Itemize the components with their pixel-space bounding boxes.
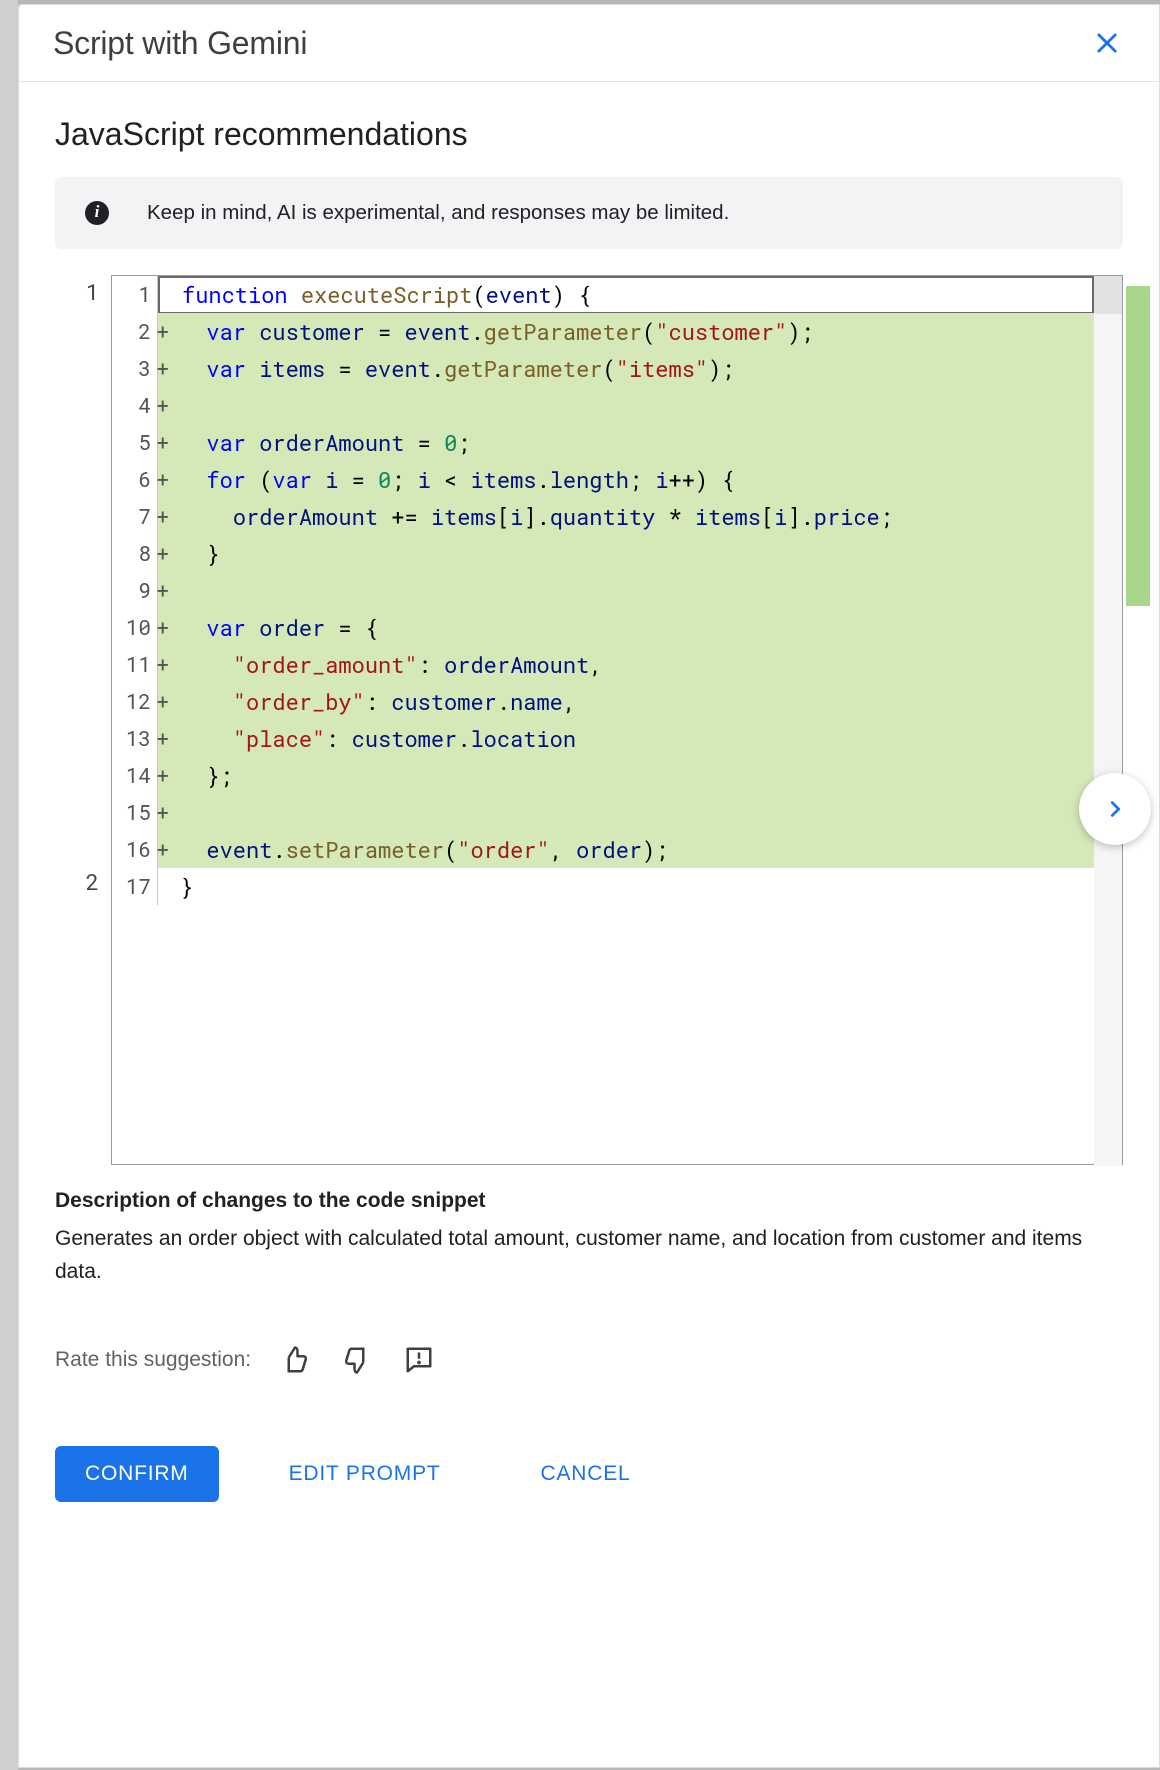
code-line: 6 for (var i = 0; i < items.length; i++)… <box>112 461 1094 498</box>
code-line: 12 "order_by": customer.name, <box>112 683 1094 720</box>
line-number: 15 <box>112 794 158 831</box>
outer-line-1: 1 <box>55 275 99 312</box>
line-number: 10 <box>112 609 158 646</box>
code-content: } <box>158 535 1094 572</box>
code-content: "place": customer.location <box>158 720 1094 757</box>
line-number: 6 <box>112 461 158 498</box>
code-diff-viewer: 1 2 1function executeScript(event) {2 va… <box>55 275 1123 1165</box>
notice-text: Keep in mind, AI is experimental, and re… <box>147 201 729 225</box>
rating-label: Rate this suggestion: <box>55 1348 251 1372</box>
minimap-diff-range <box>1126 286 1150 606</box>
code-line: 9 <box>112 572 1094 609</box>
dialog-header: Script with Gemini <box>19 5 1159 82</box>
description-heading: Description of changes to the code snipp… <box>55 1189 1123 1213</box>
code-line: 17} <box>112 868 1094 905</box>
code-content: }; <box>158 757 1094 794</box>
confirm-button[interactable]: CONFIRM <box>55 1446 219 1502</box>
thumbs-down-icon <box>342 1345 372 1375</box>
code-content: event.setParameter("order", order); <box>158 831 1094 868</box>
code-content: orderAmount += items[i].quantity * items… <box>158 498 1094 535</box>
line-number: 8 <box>112 535 158 572</box>
close-icon <box>1093 29 1121 57</box>
line-number: 5 <box>112 424 158 461</box>
minimap-scrollbar[interactable] <box>1094 276 1122 1166</box>
code-lines: 1function executeScript(event) {2 var cu… <box>112 276 1094 905</box>
code-content <box>158 387 1094 424</box>
code-content: } <box>158 868 1094 905</box>
code-frame[interactable]: 1function executeScript(event) {2 var cu… <box>111 275 1123 1165</box>
rating-row: Rate this suggestion: <box>55 1342 1123 1378</box>
info-icon <box>85 201 109 225</box>
code-line: 2 var customer = event.getParameter("cus… <box>112 313 1094 350</box>
code-line: 10 var order = { <box>112 609 1094 646</box>
code-content: "order_by": customer.name, <box>158 683 1094 720</box>
script-with-gemini-dialog: Script with Gemini JavaScript recommenda… <box>18 4 1160 1768</box>
code-line: 1function executeScript(event) { <box>112 276 1094 313</box>
thumbs-down-button[interactable] <box>339 1342 375 1378</box>
outer-line-2: 2 <box>55 867 99 896</box>
line-number: 17 <box>112 868 158 905</box>
edit-prompt-button[interactable]: EDIT PROMPT <box>259 1446 471 1502</box>
code-content: function executeScript(event) { <box>158 276 1094 314</box>
line-number: 9 <box>112 572 158 609</box>
line-number: 2 <box>112 313 158 350</box>
code-content: var customer = event.getParameter("custo… <box>158 313 1094 350</box>
code-line: 4 <box>112 387 1094 424</box>
dialog-title: Script with Gemini <box>53 25 307 62</box>
chevron-right-icon <box>1104 798 1126 820</box>
outer-line-gutter: 1 2 <box>55 275 111 1165</box>
action-buttons: CONFIRM EDIT PROMPT CANCEL <box>55 1446 1123 1502</box>
line-number: 14 <box>112 757 158 794</box>
cancel-button[interactable]: CANCEL <box>511 1446 661 1502</box>
code-content: for (var i = 0; i < items.length; i++) { <box>158 461 1094 498</box>
code-line: 11 "order_amount": orderAmount, <box>112 646 1094 683</box>
line-number: 11 <box>112 646 158 683</box>
minimap-viewport <box>1094 276 1122 314</box>
code-content: var orderAmount = 0; <box>158 424 1094 461</box>
thumbs-up-icon <box>280 1345 310 1375</box>
code-line: 16 event.setParameter("order", order); <box>112 831 1094 868</box>
line-number: 1 <box>112 276 158 313</box>
code-content <box>158 572 1094 609</box>
line-number: 4 <box>112 387 158 424</box>
description-body: Generates an order object with calculate… <box>55 1223 1123 1288</box>
code-line: 13 "place": customer.location <box>112 720 1094 757</box>
dialog-body: JavaScript recommendations Keep in mind,… <box>19 82 1159 1767</box>
line-number: 3 <box>112 350 158 387</box>
thumbs-up-button[interactable] <box>277 1342 313 1378</box>
line-number: 7 <box>112 498 158 535</box>
code-line: 14 }; <box>112 757 1094 794</box>
code-content: var order = { <box>158 609 1094 646</box>
backdrop-left-strip <box>0 0 18 1770</box>
code-line: 5 var orderAmount = 0; <box>112 424 1094 461</box>
feedback-icon <box>404 1345 434 1375</box>
code-content <box>158 794 1094 831</box>
ai-experimental-notice: Keep in mind, AI is experimental, and re… <box>55 177 1123 249</box>
next-suggestion-button[interactable] <box>1079 773 1151 845</box>
section-title: JavaScript recommendations <box>55 116 1123 153</box>
code-line: 15 <box>112 794 1094 831</box>
feedback-button[interactable] <box>401 1342 437 1378</box>
line-number: 12 <box>112 683 158 720</box>
code-content: "order_amount": orderAmount, <box>158 646 1094 683</box>
close-button[interactable] <box>1087 23 1127 63</box>
code-line: 7 orderAmount += items[i].quantity * ite… <box>112 498 1094 535</box>
line-number: 13 <box>112 720 158 757</box>
line-number: 16 <box>112 831 158 868</box>
code-line: 3 var items = event.getParameter("items"… <box>112 350 1094 387</box>
code-line: 8 } <box>112 535 1094 572</box>
code-content: var items = event.getParameter("items"); <box>158 350 1094 387</box>
